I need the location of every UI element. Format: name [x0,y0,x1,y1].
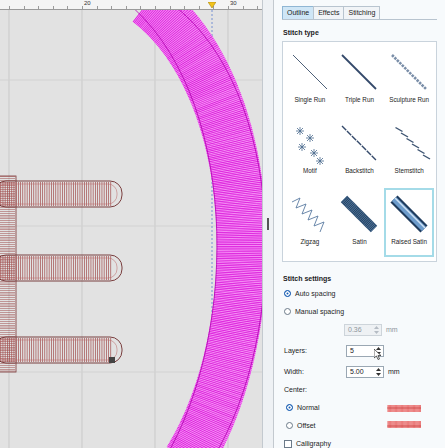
stitch-type-label: Single Run [294,96,325,111]
spacing-radio-row[interactable]: Manual spacing [284,305,437,318]
splitter-handle[interactable] [267,218,269,230]
stitch-type-label: Satin [352,238,366,253]
stitch-type-grid: Single Run Triple Run Sculpture Run Motif Ba… [282,41,437,262]
stitch-type-item[interactable]: Motif [285,117,335,186]
center-label-row: Center: [284,383,437,396]
panel-splitter[interactable] [262,0,274,448]
tab[interactable]: Stitching [343,6,380,19]
stitch-type-label: Raised Satin [391,238,427,253]
triple-stitch-icon [337,50,381,94]
stitch-type-item[interactable]: Triple Run [335,46,385,115]
radio-label: Normal [297,403,320,412]
stitch-type-title: Stitch type [283,28,437,37]
stitch-type-item[interactable]: Raised Satin [384,188,434,257]
ruler-marker-icon [208,2,216,8]
radio-label: Offset [297,421,316,430]
stitch-type-label: Sculpture Run [389,96,429,111]
stitch-type-label: Zigzag [300,238,319,253]
sculpture-stitch-icon [387,50,431,94]
satin-stitch-icon [337,192,381,236]
center-radio-row[interactable]: Normal [284,401,437,414]
spacing-radio-row[interactable]: Auto spacing [284,287,437,300]
field-label: Layers: [284,346,342,355]
width-field[interactable]: 5.00 [346,366,384,378]
radio-label: Auto spacing [295,289,335,298]
tab[interactable]: Outline [282,6,314,19]
radio-button[interactable] [284,308,291,315]
stitch-type-label: Backstitch [345,167,374,182]
stitch-type-label: Triple Run [345,96,374,111]
stitch-type-item[interactable]: Sculpture Run [384,46,434,115]
properties-panel: OutlineEffectsStitching Stitch type Single… [274,0,445,448]
unit-label: mm [386,325,398,334]
checkbox[interactable] [284,440,292,448]
design-canvas[interactable]: 2030 [0,0,262,448]
stitch-type-item[interactable]: Zigzag [285,188,335,257]
normal-preview-icon [387,403,421,413]
radio-label: Manual spacing [295,307,344,316]
field-label: Center: [284,385,342,394]
offset-preview-icon [387,421,421,431]
checkbox-label: Calligraphy [296,439,331,448]
stem-stitch-icon [387,121,431,165]
stitch-type-item[interactable]: Single Run [285,46,335,115]
radio-button[interactable] [286,404,293,411]
radio-button[interactable] [286,422,293,429]
manual-spacing-row: 0.36 mm [284,323,437,336]
calligraphy-row[interactable]: Calligraphy [284,437,437,448]
canvas-area[interactable] [0,10,262,448]
tab-bar: OutlineEffectsStitching [282,6,437,20]
mouse-cursor-icon [374,349,382,360]
stitch-type-item[interactable]: Backstitch [335,117,385,186]
zigzag-stitch-icon [288,192,332,236]
stitch-type-label: Stemstitch [394,167,423,182]
stitch-type-label: Motif [303,167,317,182]
stitch-type-item[interactable]: Satin [335,188,385,257]
manual-spacing-field[interactable]: 0.36 [344,324,382,336]
field-label: Width: [284,367,342,376]
stitch-type-item[interactable]: Stemstitch [384,117,434,186]
top-ruler: 2030 [0,0,262,10]
width-row: Width: 5.00 mm [284,365,437,378]
unit-label: mm [388,367,400,376]
tab[interactable]: Effects [313,6,344,19]
embroidery-design-icon[interactable] [0,10,262,448]
spinner-icon[interactable] [375,367,382,377]
motif-stitch-icon [288,121,332,165]
single-stitch-icon [288,50,332,94]
raised-stitch-icon [387,192,431,236]
stitch-settings: Auto spacingManual spacing0.36mmLayers:5… [282,287,437,448]
ruler-label: 20 [84,0,91,6]
radio-button[interactable] [284,290,291,297]
center-radio-row[interactable]: Offset [284,419,437,432]
app-window: 2030OutlineEffectsStitchingStitch typeSi… [0,0,445,448]
back-stitch-icon [337,121,381,165]
spinner-icon[interactable] [373,325,380,335]
layers-row: Layers:5 [284,341,437,360]
stitch-settings-title: Stitch settings [283,274,437,283]
ruler-label: 30 [230,0,237,6]
